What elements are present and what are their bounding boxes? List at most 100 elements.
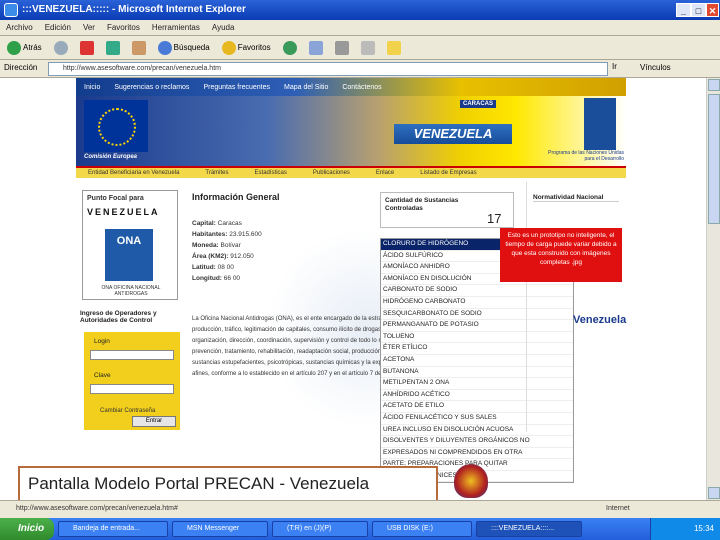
nav-sugerencias[interactable]: Sugerencias o reclamos — [114, 84, 189, 91]
site-nav: Inicio Sugerencias o reclamos Preguntas … — [76, 78, 626, 96]
tab-empresas[interactable]: Listado de Empresas — [420, 170, 476, 176]
task-inbox[interactable]: Bandeja de entrada... — [58, 521, 168, 537]
home-button[interactable] — [129, 39, 149, 57]
info-value: Caracas — [217, 220, 242, 227]
back-button[interactable]: Atrás — [4, 39, 45, 57]
forward-arrow-icon — [53, 40, 68, 55]
login-title: Ingreso de Operadores y Autoridades de C… — [80, 310, 157, 324]
taskbar: Inicio Bandeja de entrada... MSN Messeng… — [0, 518, 720, 540]
info-key: Moneda: — [192, 242, 219, 249]
go-button[interactable]: Ir — [612, 62, 638, 76]
edit-icon — [360, 40, 375, 55]
venezuela-brand: Venezuela — [573, 314, 627, 326]
mail-icon — [308, 40, 323, 55]
substances-count: 17 — [487, 211, 502, 226]
address-input[interactable]: http://www.asesoftware.com/precan/venezu… — [48, 62, 608, 76]
edit-button[interactable] — [358, 39, 378, 57]
tab-enlace[interactable]: Enlace — [376, 170, 394, 176]
substances-label: Cantidad de Sustancias Controladas — [385, 197, 459, 212]
tab-tramites[interactable]: Trámites — [205, 170, 228, 176]
login-pass-input[interactable] — [90, 384, 174, 394]
precan-page: Inicio Sugerencias o reclamos Preguntas … — [76, 78, 626, 500]
scroll-up-button[interactable] — [708, 79, 720, 91]
forward-button[interactable] — [51, 39, 71, 57]
scroll-down-button[interactable] — [708, 487, 720, 499]
focal-point-country: VENEZUELA — [87, 207, 160, 217]
address-label: Dirección — [4, 63, 38, 72]
scroll-thumb[interactable] — [708, 94, 720, 224]
back-label: Atrás — [23, 43, 42, 52]
refresh-button[interactable] — [103, 39, 123, 57]
window-title: :::VENEZUELA::::: - Microsoft Internet E… — [22, 4, 246, 15]
info-key: Latitud: — [192, 264, 216, 271]
tab-estadisticas[interactable]: Estadísticas — [255, 170, 287, 176]
menu-edicion[interactable]: Edición — [45, 20, 71, 35]
links-label[interactable]: Vínculos — [640, 63, 671, 72]
info-value: 66 00 — [223, 275, 241, 282]
minimize-button[interactable]: _ — [676, 3, 691, 17]
mail-button[interactable] — [306, 39, 326, 57]
nav-preguntas[interactable]: Preguntas frecuentes — [203, 84, 270, 91]
menu-archivo[interactable]: Archivo — [6, 20, 33, 35]
toolbar: Atrás Búsqueda Favoritos — [0, 36, 720, 60]
start-button[interactable]: Inicio — [0, 518, 54, 540]
window-title-bar: :::VENEZUELA::::: - Microsoft Internet E… — [0, 0, 720, 20]
folder-button[interactable] — [384, 39, 404, 57]
nav-contacto[interactable]: Contáctenos — [342, 84, 381, 91]
task-usb[interactable]: USB DISK (E:) — [372, 521, 472, 537]
search-icon — [157, 40, 172, 55]
back-arrow-icon — [7, 40, 21, 55]
folder-icon — [386, 40, 401, 55]
menu-ver[interactable]: Ver — [83, 20, 95, 35]
normativity-link[interactable]: Normatividad Nacional — [533, 194, 619, 202]
substance-item[interactable]: EXPRESADOS NI COMPRENDIDOS EN OTRA — [381, 448, 573, 460]
menu-favoritos[interactable]: Favoritos — [107, 20, 140, 35]
coat-of-arms-icon — [454, 464, 488, 498]
ona-subtitle: ONA OFICINA NACIONAL ANTIDROGAS — [101, 285, 161, 297]
info-fields: Capital: Caracas Habitantes: 23.915.600 … — [192, 218, 292, 284]
status-bar: http://www.asesoftware.com/precan/venezu… — [0, 500, 720, 518]
ie-icon — [4, 3, 18, 17]
task-tr[interactable]: (T:R) en (J)(P) — [272, 521, 368, 537]
menu-herramientas[interactable]: Herramientas — [152, 20, 200, 35]
login-user-input[interactable] — [90, 350, 174, 360]
history-button[interactable] — [280, 39, 300, 57]
login-form: Login Clave Entrar — [84, 332, 180, 430]
close-button[interactable]: ✕ — [706, 3, 719, 17]
task-msn[interactable]: MSN Messenger — [172, 521, 268, 537]
stop-button[interactable] — [77, 39, 97, 57]
info-key: Longitud: — [192, 275, 222, 282]
status-zone: Internet — [606, 505, 630, 512]
tab-entidad[interactable]: Entidad Beneficiaria en Venezuela — [88, 170, 179, 176]
system-tray-clock: 15:34 — [650, 518, 720, 540]
info-row: Capital: Caracas — [192, 218, 292, 229]
substance-item[interactable]: DISOLVENTES Y DILUYENTES ORGÁNICOS NO — [381, 436, 573, 448]
change-password-link[interactable]: Cambiar Contraseña — [100, 408, 155, 414]
search-button[interactable]: Búsqueda — [155, 39, 213, 57]
info-value: 08 00 — [217, 264, 234, 271]
slide-caption: Pantalla Modelo Portal PRECAN - Venezuel… — [18, 466, 438, 502]
browser-viewport: Inicio Sugerencias o reclamos Preguntas … — [0, 78, 706, 500]
maximize-button[interactable]: □ — [691, 3, 706, 17]
right-column: Normatividad Nacional Venezuela — [526, 182, 626, 432]
menu-ayuda[interactable]: Ayuda — [212, 20, 235, 35]
undp-logo — [584, 98, 616, 150]
vertical-scrollbar[interactable] — [706, 78, 720, 500]
login-button[interactable]: Entrar — [132, 416, 176, 427]
address-bar: Dirección http://www.asesoftware.com/pre… — [0, 60, 720, 78]
tab-publicaciones[interactable]: Publicaciones — [313, 170, 350, 176]
nav-inicio[interactable]: Inicio — [84, 84, 100, 91]
info-value: 23.915.600 — [229, 231, 262, 238]
print-button[interactable] — [332, 39, 352, 57]
task-venezuela[interactable]: ::::VENEZUELA::::... — [476, 521, 582, 537]
info-row: Área (KM2): 912.050 — [192, 251, 292, 262]
eu-flag — [84, 100, 148, 152]
focal-point-label: Punto Focal para — [87, 195, 144, 202]
status-url: http://www.asesoftware.com/precan/venezu… — [16, 505, 178, 512]
favorites-label: Favoritos — [237, 43, 271, 52]
info-key: Área (KM2): — [192, 253, 229, 260]
eu-label: Comisión Europea — [84, 154, 138, 160]
info-row: Moneda: Bolívar — [192, 240, 292, 251]
nav-mapa[interactable]: Mapa del Sitio — [284, 84, 328, 91]
favorites-button[interactable]: Favoritos — [219, 39, 274, 57]
